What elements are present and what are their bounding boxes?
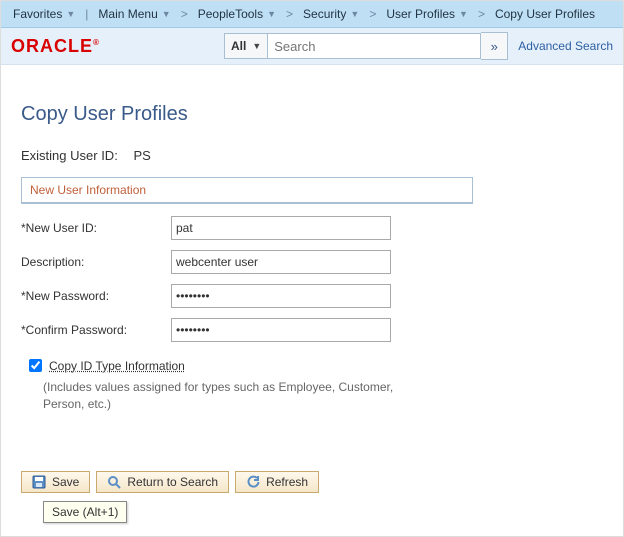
crumb-copy-user-profiles[interactable]: Copy User Profiles <box>487 5 603 23</box>
crumb-chevron: > <box>284 7 295 21</box>
chevron-down-icon: ▼ <box>66 9 75 19</box>
main-content: Copy User Profiles Existing User ID: PS … <box>1 65 623 493</box>
copy-id-type-checkbox[interactable] <box>29 359 42 372</box>
save-button[interactable]: Save <box>21 471 90 493</box>
oracle-logo: ORACLE® <box>11 36 100 57</box>
crumb-security[interactable]: Security ▼ <box>295 5 367 23</box>
search-input[interactable] <box>268 33 481 59</box>
search-bar: ORACLE® All ▼ » Advanced Search <box>1 28 623 65</box>
refresh-label: Refresh <box>266 475 308 489</box>
copy-id-type-hint: (Includes values assigned for types such… <box>43 379 403 413</box>
crumb-peopletools[interactable]: PeopleTools ▼ <box>190 5 284 23</box>
crumb-main-menu[interactable]: Main Menu ▼ <box>90 5 178 23</box>
existing-user-label: Existing User ID: <box>21 148 118 163</box>
refresh-button[interactable]: Refresh <box>235 471 319 493</box>
crumb-chevron: > <box>367 7 378 21</box>
search-scope-select[interactable]: All ▼ <box>224 33 268 59</box>
crumb-user-profiles[interactable]: User Profiles ▼ <box>378 5 476 23</box>
double-chevron-icon: » <box>491 39 498 54</box>
crumb-chevron: > <box>179 7 190 21</box>
return-to-search-button[interactable]: Return to Search <box>96 471 229 493</box>
crumb-label: Security <box>303 7 346 21</box>
crumb-label: PeopleTools <box>198 7 263 21</box>
crumb-favorites[interactable]: Favorites ▼ <box>5 5 83 23</box>
chevron-down-icon: ▼ <box>252 41 261 51</box>
new-user-panel: New User Information <box>21 177 473 204</box>
search-go-button[interactable]: » <box>481 32 508 60</box>
crumb-label: User Profiles <box>386 7 455 21</box>
new-user-id-label: New User ID: <box>21 221 171 235</box>
crumb-chevron: > <box>476 7 487 21</box>
new-password-input[interactable] <box>171 284 391 308</box>
save-label: Save <box>52 475 79 489</box>
existing-user-value: PS <box>133 148 150 163</box>
description-label: Description: <box>21 255 171 269</box>
search-scope-label: All <box>231 39 246 53</box>
crumb-label: Main Menu <box>98 7 157 21</box>
crumb-separator: | <box>83 7 90 21</box>
save-icon <box>32 475 46 489</box>
save-tooltip: Save (Alt+1) <box>43 501 127 523</box>
return-label: Return to Search <box>127 475 218 489</box>
chevron-down-icon: ▼ <box>350 9 359 19</box>
advanced-search-link[interactable]: Advanced Search <box>518 39 613 53</box>
search-icon <box>107 475 121 489</box>
chevron-down-icon: ▼ <box>267 9 276 19</box>
chevron-down-icon: ▼ <box>162 9 171 19</box>
existing-user-row: Existing User ID: PS <box>21 148 603 163</box>
new-user-form: New User ID: Description: New Password: … <box>21 216 603 413</box>
refresh-icon <box>246 475 260 489</box>
crumb-label: Copy User Profiles <box>495 7 595 21</box>
copy-id-type-label[interactable]: Copy ID Type Information <box>49 359 185 373</box>
new-password-label: New Password: <box>21 289 171 303</box>
crumb-label: Favorites <box>13 7 62 21</box>
description-input[interactable] <box>171 250 391 274</box>
breadcrumb-bar: Favorites ▼ | Main Menu ▼ > PeopleTools … <box>1 1 623 28</box>
page-title: Copy User Profiles <box>21 103 603 126</box>
brand-text: ORACLE <box>11 36 93 56</box>
confirm-password-input[interactable] <box>171 318 391 342</box>
chevron-down-icon: ▼ <box>459 9 468 19</box>
new-user-id-input[interactable] <box>171 216 391 240</box>
action-bar: Save Return to Search Refresh <box>21 471 603 493</box>
panel-header: New User Information <box>22 178 472 203</box>
confirm-password-label: Confirm Password: <box>21 323 171 337</box>
